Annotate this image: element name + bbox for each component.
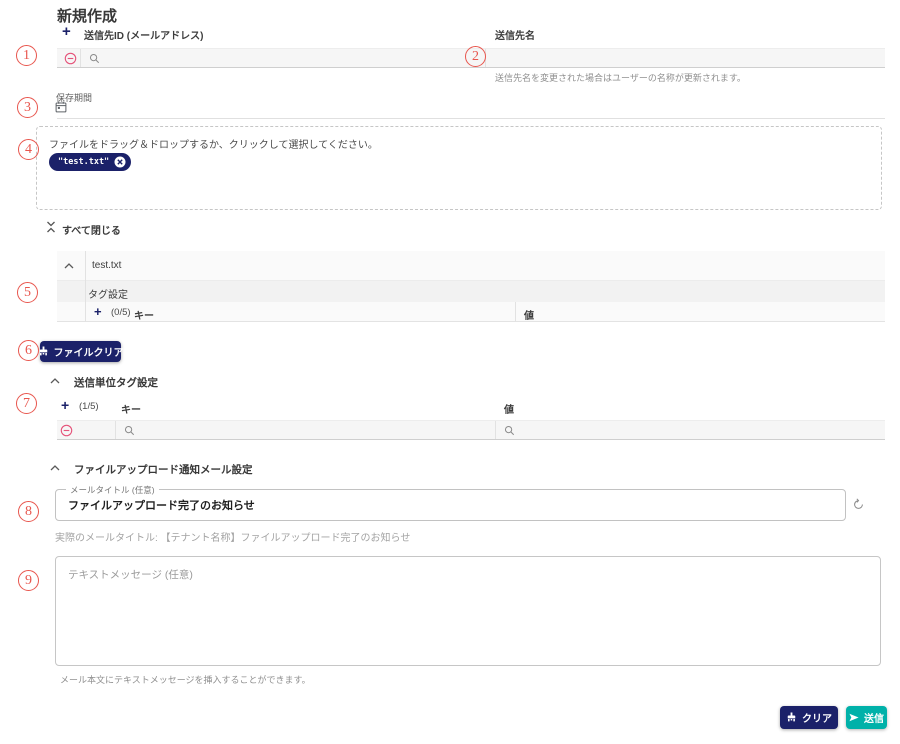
clear-button-label: クリア [802,710,832,725]
calendar-icon[interactable] [55,101,67,113]
recipient-name-helper: 送信先名を変更された場合はユーザーの名称が更新されます。 [495,71,746,84]
file-tag-value-header: 値 [524,307,534,322]
remove-recipient-icon[interactable] [64,52,77,65]
reset-subject-icon[interactable] [852,498,865,511]
column-divider [115,421,116,439]
file-tag-count: (0/5) [111,307,131,318]
file-clear-button[interactable]: ファイルクリア [40,341,121,362]
add-unit-tag-button[interactable]: + [61,398,69,412]
recipient-id-column-header: 送信先ID (メールアドレス) [84,27,203,42]
column-divider [80,49,81,67]
brush-icon [38,346,49,357]
mail-subject-helper: 実際のメールタイトル: 【テナント名称】ファイルアップロード完了のお知らせ [55,529,410,544]
file-tag-key-header: キー [134,307,154,322]
mail-settings-section-title: ファイルアップロード通知メール設定 [74,462,253,477]
column-divider [495,421,496,439]
annotation-badge-4: 4 [18,139,39,160]
unit-tag-count: (1/5) [79,401,99,412]
column-divider [85,251,86,322]
tag-header-row: + (0/5) キー 値 [57,302,885,322]
mail-message-helper: メール本文にテキストメッセージを挿入することができます。 [60,673,311,686]
unit-tag-key-search-input[interactable] [124,425,135,436]
send-button[interactable]: 送信 [846,706,887,729]
collapse-all-icon[interactable] [46,221,56,233]
column-divider [515,302,516,322]
remove-unit-tag-icon[interactable] [60,424,73,437]
tag-section-label: タグ設定 [88,286,128,301]
file-clear-label: ファイルクリア [54,344,124,359]
annotation-badge-7: 7 [16,393,37,414]
file-tag-table: test.txt タグ設定 + (0/5) キー 値 [57,251,885,322]
recipient-name-input[interactable] [489,49,885,67]
clear-button[interactable]: クリア [780,706,838,729]
remove-file-icon[interactable] [114,156,126,168]
file-chip: "test.txt" [49,153,131,171]
file-dropzone[interactable]: ファイルをドラッグ＆ドロップするか、クリックして選択してください。 "test.… [36,126,882,210]
dropzone-instruction: ファイルをドラッグ＆ドロップするか、クリックして選択してください。 [49,136,378,151]
tag-section-row: タグ設定 [57,281,885,302]
brush-icon [786,712,797,723]
mail-subject-input[interactable] [56,490,845,520]
file-row: test.txt [57,251,885,281]
file-name: test.txt [92,260,121,271]
unit-tag-row [57,420,885,440]
unit-tag-value-search-input[interactable] [504,425,515,436]
collapse-all-label[interactable]: すべて閉じる [62,222,121,237]
collapse-mail-settings-chevron-icon[interactable] [50,465,60,471]
send-button-label: 送信 [864,710,884,725]
add-file-tag-button[interactable]: + [94,305,102,318]
retention-underline [57,118,885,119]
new-creation-page: 1 2 3 4 5 6 7 8 9 新規作成 + 送信先ID (メールアドレス)… [0,0,900,744]
annotation-badge-9: 9 [18,570,39,591]
recipient-id-search-input[interactable] [89,53,100,64]
collapse-file-chevron-icon[interactable] [64,263,74,269]
annotation-badge-5: 5 [17,282,38,303]
mail-message-textarea[interactable] [55,556,881,666]
send-icon [849,713,859,722]
file-chip-label: "test.txt" [58,157,109,167]
unit-tag-key-header: キー [121,401,141,416]
mail-subject-label: メールタイトル (任意) [66,484,159,496]
annotation-badge-2: 2 [465,46,486,67]
unit-tags-section-title: 送信単位タグ設定 [74,375,158,390]
annotation-badge-8: 8 [18,501,39,522]
annotation-badge-3: 3 [17,97,38,118]
mail-subject-field: メールタイトル (任意) [55,489,846,521]
annotation-badge-1: 1 [16,45,37,66]
unit-tag-value-header: 値 [504,401,514,416]
annotation-badge-6: 6 [18,340,39,361]
collapse-unit-tags-chevron-icon[interactable] [50,378,60,384]
recipient-name-column-header: 送信先名 [495,27,535,42]
add-recipient-button[interactable]: + [62,24,71,39]
